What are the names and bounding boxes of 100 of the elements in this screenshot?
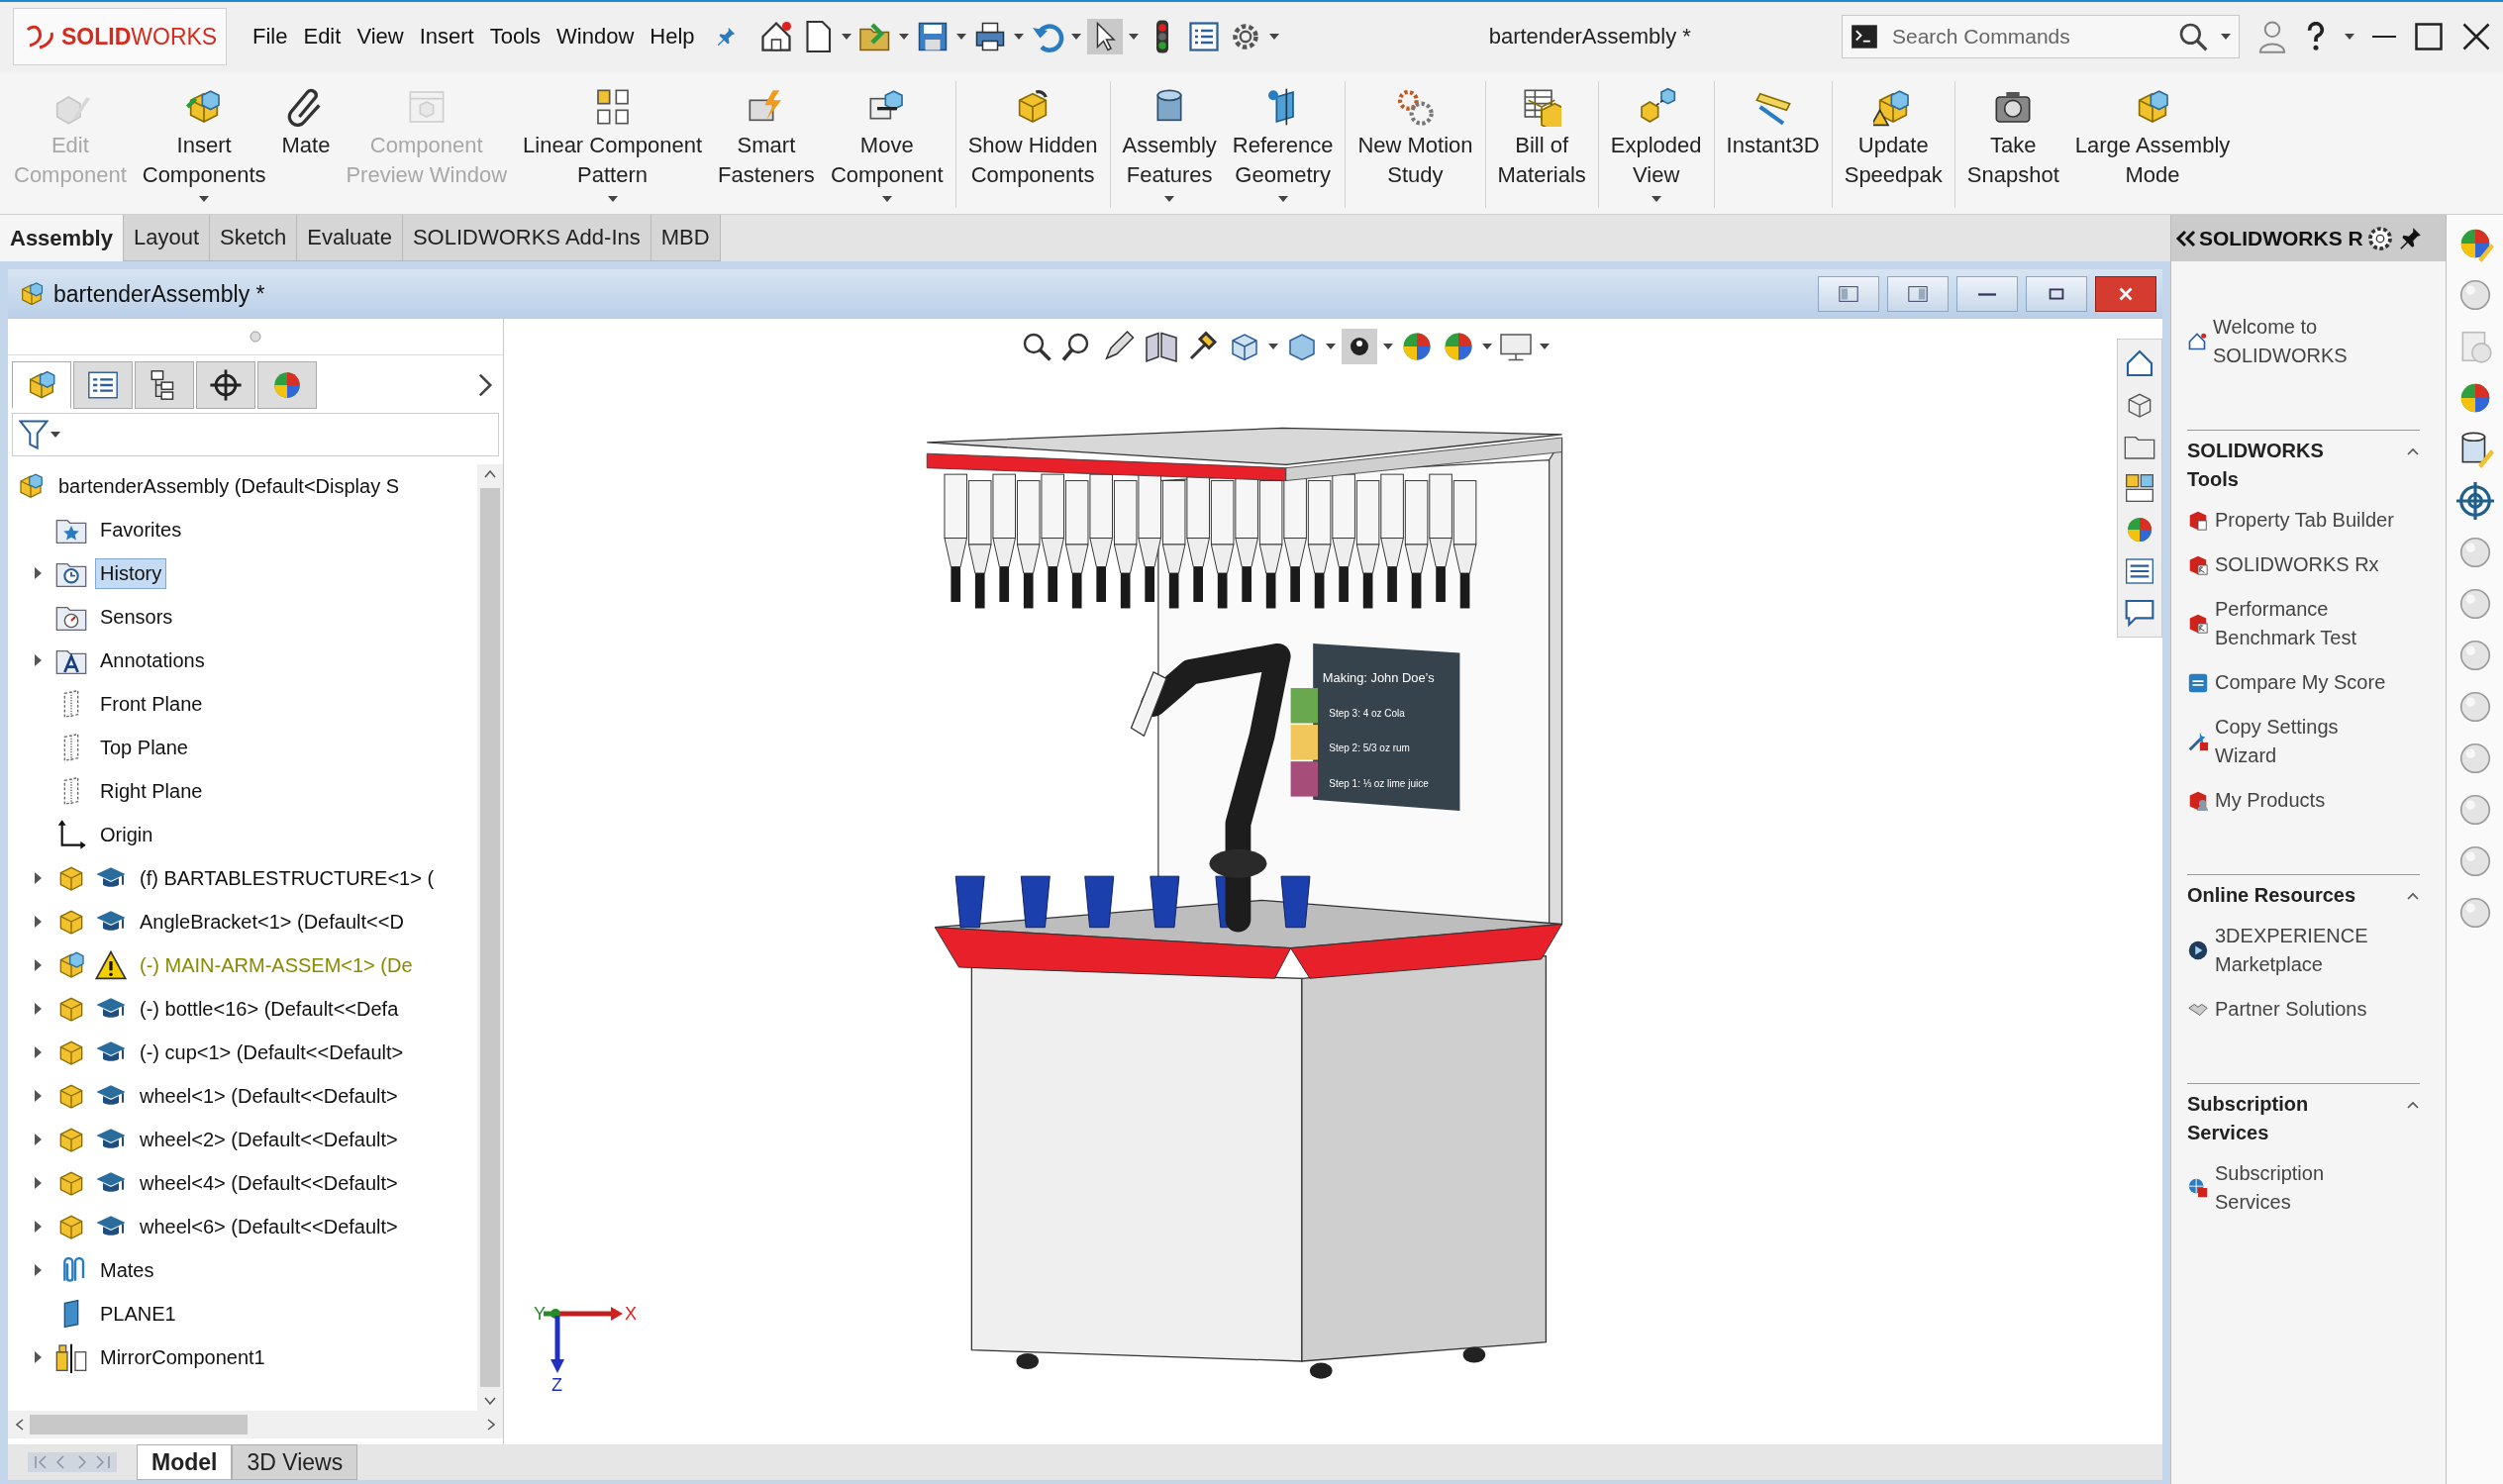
panel-tab[interactable]	[73, 361, 133, 409]
ribbon-button[interactable]: Update Speedpak	[1836, 81, 1951, 208]
search-bar[interactable]: Search Commands	[1842, 15, 2240, 58]
tree-item[interactable]: Sensors	[95, 601, 178, 633]
close-icon[interactable]	[2461, 22, 2491, 51]
expand-arrow-icon[interactable]	[34, 1176, 43, 1190]
ribbon-button[interactable]: Show Hidden Components	[959, 81, 1106, 208]
task-pane-link[interactable]: Performance Benchmark Test	[2215, 595, 2357, 652]
task-pane-link[interactable]: 3DEXPERIENCE Marketplace	[2215, 922, 2368, 979]
tile-right-button[interactable]	[1887, 276, 1949, 312]
filter-icon[interactable]	[19, 419, 49, 450]
task-pane-link[interactable]: Property Tab Builder	[2215, 506, 2394, 535]
home-icon[interactable]	[2124, 347, 2155, 379]
menu-item[interactable]: Tools	[489, 24, 542, 49]
ribbon-button[interactable]: Smart Fasteners	[710, 81, 823, 208]
menu-item[interactable]: Help	[650, 24, 695, 49]
tree-item[interactable]: History	[95, 557, 167, 589]
eye-icon[interactable]	[1342, 329, 1377, 364]
task-pane-link[interactable]: Partner Solutions	[2215, 995, 2367, 1024]
ribbon-button[interactable]: Assembly Features	[1114, 81, 1225, 208]
tree-item[interactable]: Mates	[95, 1254, 159, 1286]
expand-arrow-icon[interactable]	[34, 1263, 43, 1277]
tree-item[interactable]: wheel<6> (Default<<Default>	[135, 1211, 403, 1242]
tree-item[interactable]: AngleBracket<1> (Default<<D	[135, 906, 409, 938]
task-pane-link[interactable]: SOLIDWORKS Rx	[2215, 550, 2379, 579]
ribbon-button[interactable]: Take Snapshot	[1958, 81, 2067, 208]
command-tab[interactable]: Evaluate	[297, 215, 403, 261]
ribbon-button[interactable]: Bill of Materials	[1489, 81, 1594, 208]
tree-item[interactable]: (-) bottle<16> (Default<<Defa	[135, 993, 404, 1025]
expand-arrow-icon[interactable]	[34, 1002, 43, 1016]
tree-item[interactable]: Favorites	[95, 514, 187, 545]
restore-button[interactable]	[2026, 276, 2087, 312]
task-pane-link[interactable]: Compare My Score	[2215, 668, 2386, 697]
command-tab[interactable]: Sketch	[210, 215, 298, 261]
collapse-caret-icon[interactable]	[2406, 446, 2420, 456]
layout-icon[interactable]	[2124, 472, 2155, 504]
help-icon[interactable]	[2305, 22, 2327, 51]
tree-item[interactable]: bartenderAssembly (Default<Display S	[53, 470, 405, 502]
expand-arrow-icon[interactable]	[34, 1045, 43, 1059]
ribbon-button[interactable]: New Motion Study	[1350, 81, 1481, 208]
ribbon-button[interactable]: Mate	[273, 81, 339, 208]
collapse-caret-icon[interactable]	[2406, 1100, 2420, 1110]
panel-tab[interactable]	[135, 361, 194, 409]
task-pane-link[interactable]: Copy Settings Wizard	[2215, 713, 2339, 770]
command-tab[interactable]: MBD	[651, 215, 721, 261]
chat-icon[interactable]	[2124, 597, 2155, 629]
expand-arrow-icon[interactable]	[34, 915, 43, 929]
ribbon-button[interactable]: Reference Geometry	[1224, 81, 1342, 208]
tree-item[interactable]: (f) BARTABLESTRUCTURE<1> (	[135, 862, 440, 894]
collapse-caret-icon[interactable]	[2406, 891, 2420, 901]
tree-item[interactable]: Right Plane	[95, 775, 208, 807]
splitter-handle-icon[interactable]	[250, 331, 261, 343]
list-icon[interactable]	[2124, 555, 2155, 587]
minimize-button[interactable]	[1956, 276, 2018, 312]
tree-item[interactable]: wheel<2> (Default<<Default>	[135, 1124, 403, 1155]
expand-arrow-icon[interactable]	[34, 1350, 43, 1364]
expand-arrow-icon[interactable]	[34, 1089, 43, 1103]
tile-left-button[interactable]	[1818, 276, 1879, 312]
expand-arrow-icon[interactable]	[34, 871, 43, 885]
expand-arrow-icon[interactable]	[34, 958, 43, 972]
command-tab[interactable]: SOLIDWORKS Add-Ins	[402, 215, 651, 261]
search-input[interactable]: Search Commands	[1890, 24, 2165, 49]
menu-item[interactable]: Insert	[419, 24, 474, 49]
ribbon-button[interactable]: Large Assembly Mode	[2066, 81, 2239, 208]
expand-arrow-icon[interactable]	[34, 653, 43, 667]
menu-item[interactable]: View	[356, 24, 404, 49]
expand-arrow-icon[interactable]	[34, 1133, 43, 1146]
horizontal-scrollbar[interactable]	[8, 1411, 503, 1438]
tree-item[interactable]: Top Plane	[95, 732, 193, 763]
tree-item[interactable]: wheel<4> (Default<<Default>	[135, 1167, 403, 1199]
target-icon[interactable]	[2455, 482, 2494, 520]
tree-item[interactable]: PLANE1	[95, 1298, 181, 1330]
user-icon[interactable]	[2257, 20, 2287, 53]
tree-item[interactable]: wheel<1> (Default<<Default>	[135, 1080, 403, 1112]
task-pane-link[interactable]: My Products	[2215, 786, 2326, 815]
ribbon-button[interactable]: Insert Components	[134, 81, 274, 208]
tree-item[interactable]: Front Plane	[95, 688, 208, 720]
menu-item[interactable]: Edit	[303, 24, 342, 49]
task-pane-link[interactable]: Subscription Services	[2215, 1159, 2325, 1217]
command-tab[interactable]: Assembly	[0, 215, 124, 261]
expand-arrow-icon[interactable]	[34, 1220, 43, 1234]
ribbon-button[interactable]: Move Component	[822, 81, 951, 208]
panel-tab[interactable]	[196, 361, 255, 409]
pointer-icon[interactable]	[1086, 19, 1123, 54]
tree-item[interactable]: (-) cup<1> (Default<<Default>	[135, 1037, 409, 1068]
tree-item[interactable]: MirrorComponent1	[95, 1341, 270, 1373]
sheet-tab[interactable]: Model	[137, 1444, 233, 1480]
menu-item[interactable]: File	[252, 24, 288, 49]
search-icon[interactable]	[2177, 21, 2209, 52]
sheet-tab[interactable]: 3D Views	[232, 1444, 358, 1480]
tree-item[interactable]: Origin	[95, 819, 158, 850]
ribbon-button[interactable]: Instant3D	[1718, 81, 1828, 208]
expand-arrow-icon[interactable]	[34, 566, 43, 580]
ribbon-button[interactable]: Linear Component Pattern	[515, 81, 711, 208]
welcome-link[interactable]: Welcome to SOLIDWORKS	[2213, 313, 2348, 370]
tree-item[interactable]: (-) MAIN-ARM-ASSEM<1> (De	[135, 949, 418, 981]
ribbon-button[interactable]: Exploded View	[1602, 81, 1710, 208]
tree-item[interactable]: Annotations	[95, 644, 210, 676]
vertical-scrollbar[interactable]	[477, 464, 503, 1411]
command-tab[interactable]: Layout	[123, 215, 210, 261]
